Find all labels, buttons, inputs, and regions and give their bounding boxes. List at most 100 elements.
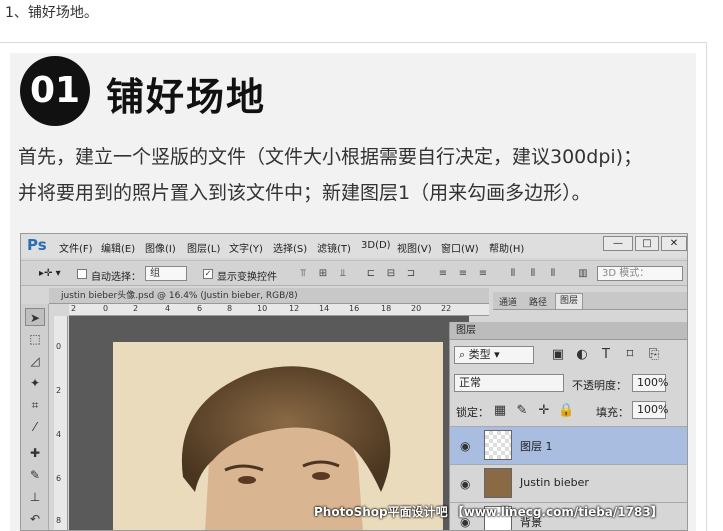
page-scroll-edge	[706, 42, 707, 531]
watermark: PhotoShop平面设计吧 【www.linecg.com/tieba/178…	[314, 505, 663, 519]
ruler-tick: 2	[71, 304, 77, 313]
blend-mode-dropdown[interactable]: 正常	[454, 374, 564, 392]
align-hcenter-icon[interactable]: ⊟	[385, 268, 397, 280]
auto-select-dropdown[interactable]: 组	[145, 266, 187, 281]
move-tool-icon[interactable]: ➤	[25, 308, 45, 326]
panel-tab-strip: 通道 路径 图层	[493, 292, 687, 310]
distribute-bottom-icon[interactable]: ≡	[477, 268, 489, 280]
step-number-badge: 01	[20, 56, 90, 126]
auto-select-checkbox[interactable]	[77, 269, 87, 279]
filter-smart-object-icon[interactable]: ⎘	[646, 347, 662, 363]
distribute-right-icon[interactable]: ⦀	[547, 268, 559, 280]
vertical-ruler: 0 2 4 6 8	[54, 316, 68, 530]
tab-layers[interactable]: 图层	[555, 293, 584, 309]
align-vcenter-icon[interactable]: ⊞	[317, 268, 329, 280]
show-transform-checkbox[interactable]: ✓	[203, 269, 213, 279]
lasso-tool-icon[interactable]: ◿	[25, 352, 45, 370]
menu-3d[interactable]: 3D(D)	[361, 240, 391, 251]
ruler-tick: 4	[165, 304, 171, 313]
lock-pixels-icon[interactable]: ✎	[514, 403, 530, 419]
filter-adjustment-icon[interactable]: ◐	[574, 347, 590, 363]
menu-image[interactable]: 图像(I)	[145, 240, 176, 255]
layer-row-justin-bieber[interactable]: ◉ Justin bieber	[450, 464, 687, 502]
ruler-tick: 0	[56, 342, 62, 351]
opacity-label: 不透明度：	[572, 379, 627, 392]
minimize-button[interactable]: —	[603, 236, 633, 251]
fill-label: 填充：	[596, 406, 629, 419]
instruction-line-1: 首先，建立一个竖版的文件（文件大小根据需要自行决定，建议300dpi)；	[18, 146, 643, 168]
layer-filter-value: 类型	[468, 348, 491, 361]
layers-panel: 图层 ⌕ 类型 ▾ ▣ ◐ T ⌑ ⎘ 正常 不透明度： 100% 锁定： ▦ …	[449, 322, 687, 530]
distribute-hcenter-icon[interactable]: ⦀	[527, 268, 539, 280]
horizontal-ruler: 2 0 2 4 6 8 10 12 14 16 18 20 22	[69, 304, 489, 316]
ruler-tick: 10	[257, 304, 268, 313]
distribute-left-icon[interactable]: ⦀	[507, 268, 519, 280]
distribute-top-icon[interactable]: ≡	[437, 268, 449, 280]
menu-bar: Ps 文件(F) 编辑(E) 图像(I) 图层(L) 文字(Y) 选择(S) 滤…	[21, 234, 687, 258]
move-tool-icon[interactable]: ▸✛ ▾	[39, 268, 61, 279]
visibility-eye-icon[interactable]: ◉	[460, 477, 470, 491]
brush-tool-icon[interactable]: ✎	[25, 466, 45, 484]
layer-filter-dropdown[interactable]: ⌕ 类型 ▾	[454, 346, 534, 364]
lock-all-icon[interactable]: 🔒	[558, 403, 574, 419]
ruler-tick: 8	[56, 516, 62, 525]
show-transform-label: 显示变换控件	[217, 272, 277, 283]
menu-window[interactable]: 窗口(W)	[441, 240, 479, 255]
filter-pixel-icon[interactable]: ▣	[550, 347, 566, 363]
lock-label: 锁定：	[456, 406, 489, 419]
ruler-tick: 0	[103, 304, 109, 313]
ruler-tick: 16	[349, 304, 360, 313]
clone-stamp-tool-icon[interactable]: ⊥	[25, 488, 45, 506]
menu-filter[interactable]: 滤镜(T)	[317, 240, 351, 255]
instruction-line-2: 并将要用到的照片置入到该文件中；新建图层1（用来勾画多边形）。	[18, 182, 591, 204]
tab-channels[interactable]: 通道	[499, 295, 517, 308]
menu-help[interactable]: 帮助(H)	[489, 240, 524, 255]
magic-wand-tool-icon[interactable]: ✦	[25, 374, 45, 392]
history-brush-tool-icon[interactable]: ↶	[25, 510, 45, 528]
ruler-tick: 2	[133, 304, 139, 313]
menu-type[interactable]: 文字(Y)	[229, 240, 263, 255]
filter-shape-icon[interactable]: ⌑	[622, 347, 638, 363]
fill-input[interactable]: 100%	[632, 401, 668, 419]
distribute-vcenter-icon[interactable]: ≡	[457, 268, 469, 280]
ruler-tick: 14	[319, 304, 330, 313]
ruler-tick: 6	[197, 304, 203, 313]
lock-position-icon[interactable]: ✛	[536, 403, 552, 419]
divider	[0, 42, 706, 43]
document-tab[interactable]: justin bieber头像.psd @ 16.4% (Justin bieb…	[49, 288, 489, 304]
menu-view[interactable]: 视图(V)	[397, 240, 432, 255]
eyedropper-tool-icon[interactable]: ⁄	[25, 418, 45, 436]
menu-select[interactable]: 选择(S)	[273, 240, 307, 255]
ruler-tick: 22	[441, 304, 452, 313]
align-top-icon[interactable]: ⫪	[297, 268, 309, 280]
align-bottom-icon[interactable]: ⫫	[337, 268, 349, 280]
layer-thumbnail	[484, 430, 512, 460]
photoshop-window: Ps 文件(F) 编辑(E) 图像(I) 图层(L) 文字(Y) 选择(S) 滤…	[20, 233, 688, 531]
lock-transparency-icon[interactable]: ▦	[492, 403, 508, 419]
menu-edit[interactable]: 编辑(E)	[101, 240, 135, 255]
section-heading: 铺好场地	[106, 75, 267, 119]
crop-tool-icon[interactable]: ⌗	[25, 396, 45, 414]
visibility-eye-icon[interactable]: ◉	[460, 439, 470, 453]
ruler-tick: 6	[56, 474, 62, 483]
layer-row-layer1[interactable]: ◉ 图层 1	[450, 426, 687, 464]
healing-brush-tool-icon[interactable]: ✚	[25, 444, 45, 462]
tab-paths[interactable]: 路径	[529, 295, 547, 308]
opacity-input[interactable]: 100%	[632, 374, 668, 392]
marquee-tool-icon[interactable]: ⬚	[25, 330, 45, 348]
layer-thumbnail	[484, 468, 512, 498]
3d-mode-dropdown[interactable]: 3D 模式：	[597, 266, 683, 281]
ruler-tick: 20	[411, 304, 422, 313]
filter-type-icon[interactable]: T	[598, 347, 614, 363]
ruler-tick: 12	[289, 304, 300, 313]
ruler-tick: 2	[56, 386, 62, 395]
menu-file[interactable]: 文件(F)	[59, 240, 93, 255]
ruler-tick: 8	[227, 304, 233, 313]
align-left-icon[interactable]: ⊏	[365, 268, 377, 280]
photoshop-logo-icon: Ps	[27, 236, 47, 254]
menu-layer[interactable]: 图层(L)	[187, 240, 220, 255]
close-button[interactable]: ✕	[661, 236, 687, 251]
align-right-icon[interactable]: ⊐	[405, 268, 417, 280]
auto-align-icon[interactable]: ▥	[577, 268, 589, 280]
maximize-button[interactable]: □	[635, 236, 659, 251]
